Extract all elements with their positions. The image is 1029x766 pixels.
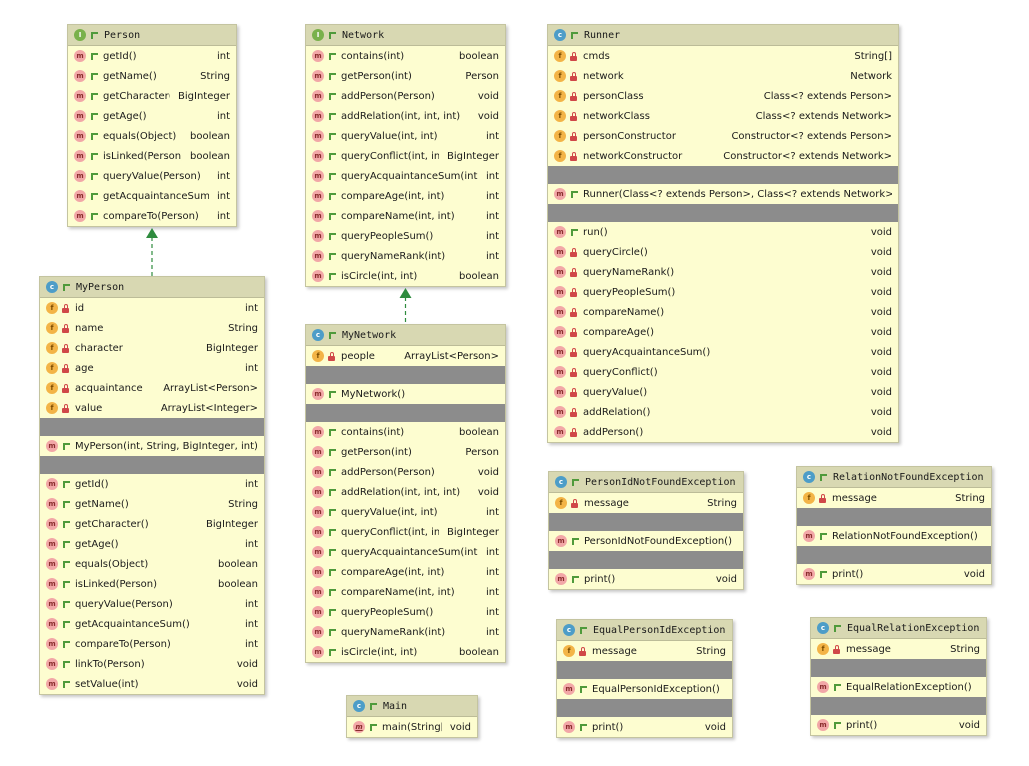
implements-arrowhead xyxy=(146,228,158,238)
uml-class-diagram: I Person m getId() int m getName() String m getCh… xyxy=(0,0,1029,766)
implements-arrow xyxy=(146,228,158,276)
implements-arrowhead xyxy=(399,288,412,298)
implements-arrow xyxy=(399,288,412,324)
relations-layer xyxy=(146,228,412,324)
